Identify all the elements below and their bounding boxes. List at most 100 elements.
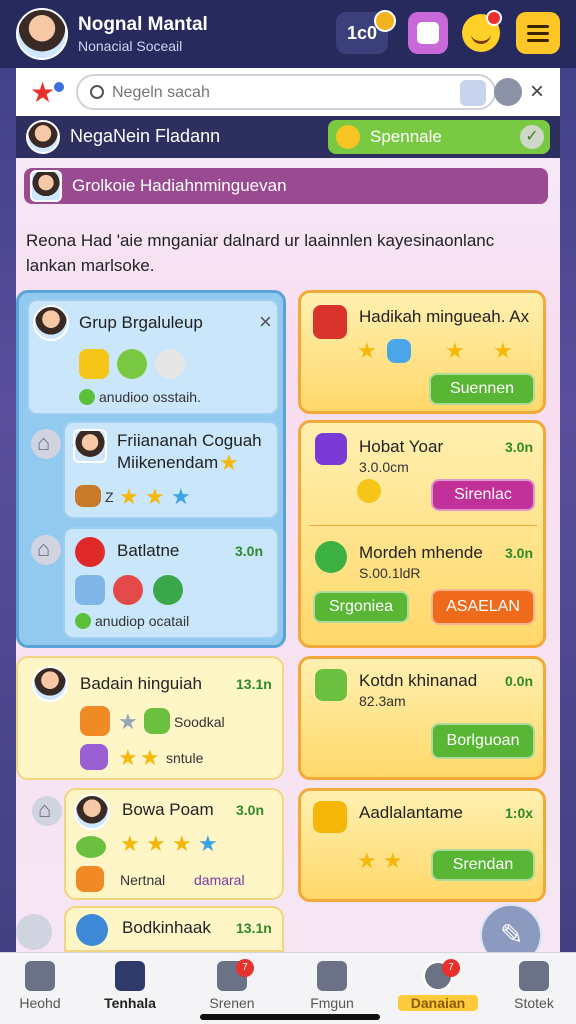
star-icon: ★ [146,831,166,856]
star-icon: ★ [145,484,165,509]
gift-card[interactable]: Hadikah mingueah. Ax ★ ★ ★ Suennen [298,290,546,414]
nav-label: Tenhala [104,995,156,1011]
badge-icon [75,537,105,567]
app-title: Nognal Mantal [78,14,208,35]
hingu-card[interactable]: Badain hinguiah 13.1n ★ Soodkal ★ ★ sntu… [16,656,284,780]
group-banner-label: Grolkoie Hadiahnminguevan [72,176,287,195]
star-icon: ★ [357,848,377,873]
mode-card-right-button[interactable]: ASAELAN [431,589,535,625]
people-icon [317,961,347,991]
nav-badge: 7 [442,959,460,977]
nav-item-stotek[interactable]: Stotek [494,961,574,1017]
leaf-icon [144,708,170,734]
aad-card-title: Aadlalantame [359,803,463,822]
poem-card-line1: Nertnal [120,872,166,888]
star-icon: ★ [357,338,377,363]
group-card-status: anudioo osstaih. [79,389,201,405]
friend-avatar [73,429,107,463]
gift-card-button[interactable]: Suennen [429,373,535,405]
year-card-button[interactable]: Sirenlac [431,479,535,511]
home-circle-icon [32,796,62,826]
nav-label: Danaian [398,995,478,1011]
kotdn-card-button[interactable]: Borlguoan [431,723,535,759]
user-avatar[interactable] [16,8,68,60]
kotdn-card-sub: 82.3am [359,693,406,709]
search-input[interactable] [112,80,442,106]
kotdn-card-value: 0.0n [505,673,534,689]
app-subtitle: Nonacial Soceail [78,38,183,54]
notification-dot [486,10,502,26]
gift-bag-icon [313,305,347,339]
year-mode-card: Hobat Yoar 3.0n 3.0.0cm Sirenlac Mordeh … [298,420,546,648]
blue-star-icon: ★ [171,484,191,509]
nav-item-home[interactable]: Heohd [0,961,80,1017]
divider [309,525,537,526]
nav-label: Fmgun [310,995,354,1011]
group-card[interactable]: Grup Brgaluleup × anudioo osstaih. [27,299,279,415]
video-icon [417,22,439,44]
group-card-title: Grup Brgaluleup [79,313,203,332]
close-search-button[interactable]: × [530,78,544,106]
hingu-card-value: 13.1n [236,676,272,692]
mode-card-left-button[interactable]: Srgoniea [313,591,409,623]
camera-icon [387,339,411,363]
blue-star-icon: ★ [198,831,218,856]
video-button[interactable] [408,12,448,54]
poem-card[interactable]: Bowa Poam 3.0n ★ ★ ★ ★ Nertnal damaral [64,788,284,900]
profile-avatar[interactable] [26,120,60,154]
mic-icon[interactable] [494,78,522,106]
home-circle-icon [31,535,61,565]
aad-card-button[interactable]: Srendan [431,849,535,881]
gift-icon [80,744,108,770]
eye-badge-icon [117,349,147,379]
twitter-bird-icon[interactable] [16,914,52,950]
chest-icon [75,485,101,507]
hingu-avatar [32,666,68,702]
aad-card[interactable]: Aadlalantame 1:0x ★ ★ Srendan [298,788,546,902]
nav-label: Heohd [19,995,61,1011]
home-circle-icon [31,429,61,459]
share-icon [153,575,183,605]
star-icon: ★ [219,450,239,475]
nav-label: Srenen [209,995,255,1011]
year-card-sub: 3.0.0cm [359,459,409,475]
star-icon: ★ [383,848,403,873]
star-icon: ★ [445,338,465,363]
nav-item-tenhala[interactable]: Tenhala [90,961,170,1017]
favorites-star-icon[interactable]: ★ [30,78,66,108]
group-banner[interactable]: Grolkoie Hadiahnminguevan [24,168,548,204]
friend-card[interactable]: Friiananah Coguah Miikenendam ★ Z ★ ★ ★ [63,421,279,519]
menu-button[interactable] [516,12,560,54]
star-icon: ★ [118,745,138,770]
scan-icon[interactable] [460,80,486,106]
poem-avatar [74,794,110,830]
gift-card-title: Hadikah mingueah. Ax [359,307,530,326]
gift-box-icon [75,575,105,605]
bowl-icon [76,836,106,858]
mode-card-sub: S.00.1ldR [359,565,421,581]
nav-item-danaian[interactable]: 7 Danaian [398,959,478,1017]
group-card-close-button[interactable]: × [259,309,272,335]
nav-item-srenen[interactable]: 7 Srenen [192,959,272,1017]
nav-badge: 7 [236,959,254,977]
kotdn-card[interactable]: Kotdn khinanad 0.0n 82.3am Borlguoan [298,656,546,780]
badge-card-status: anudiop ocatail [75,613,189,629]
star-icon: ★ [120,831,140,856]
gift-icon [80,706,110,736]
top-app-bar: Nognal Mantal Nonacial Soceail 1c0 [0,0,576,68]
book-card[interactable]: Bodkinhaak 13.1n [64,906,284,952]
mode-card-value: 3.0n [505,545,534,561]
leaf-circle-icon [315,541,347,573]
basket-icon [315,669,347,701]
spennale-pill[interactable]: Spennale ✓ [328,120,550,154]
badge-card[interactable]: Batlatne 3.0n anudiop ocatail [63,527,279,639]
year-card-title: Hobat Yoar [359,437,444,456]
spennale-label: Spennale [370,127,442,146]
mode-card-title: Mordeh mhende [359,543,483,562]
check-icon: ✓ [520,125,544,149]
badge-card-title: Batlatne [117,541,180,560]
book-card-value: 13.1n [236,920,272,936]
gift-icon [313,801,347,833]
poem-card-value: 3.0n [236,802,265,818]
nav-item-fmgun[interactable]: Fmgun [292,961,372,1017]
